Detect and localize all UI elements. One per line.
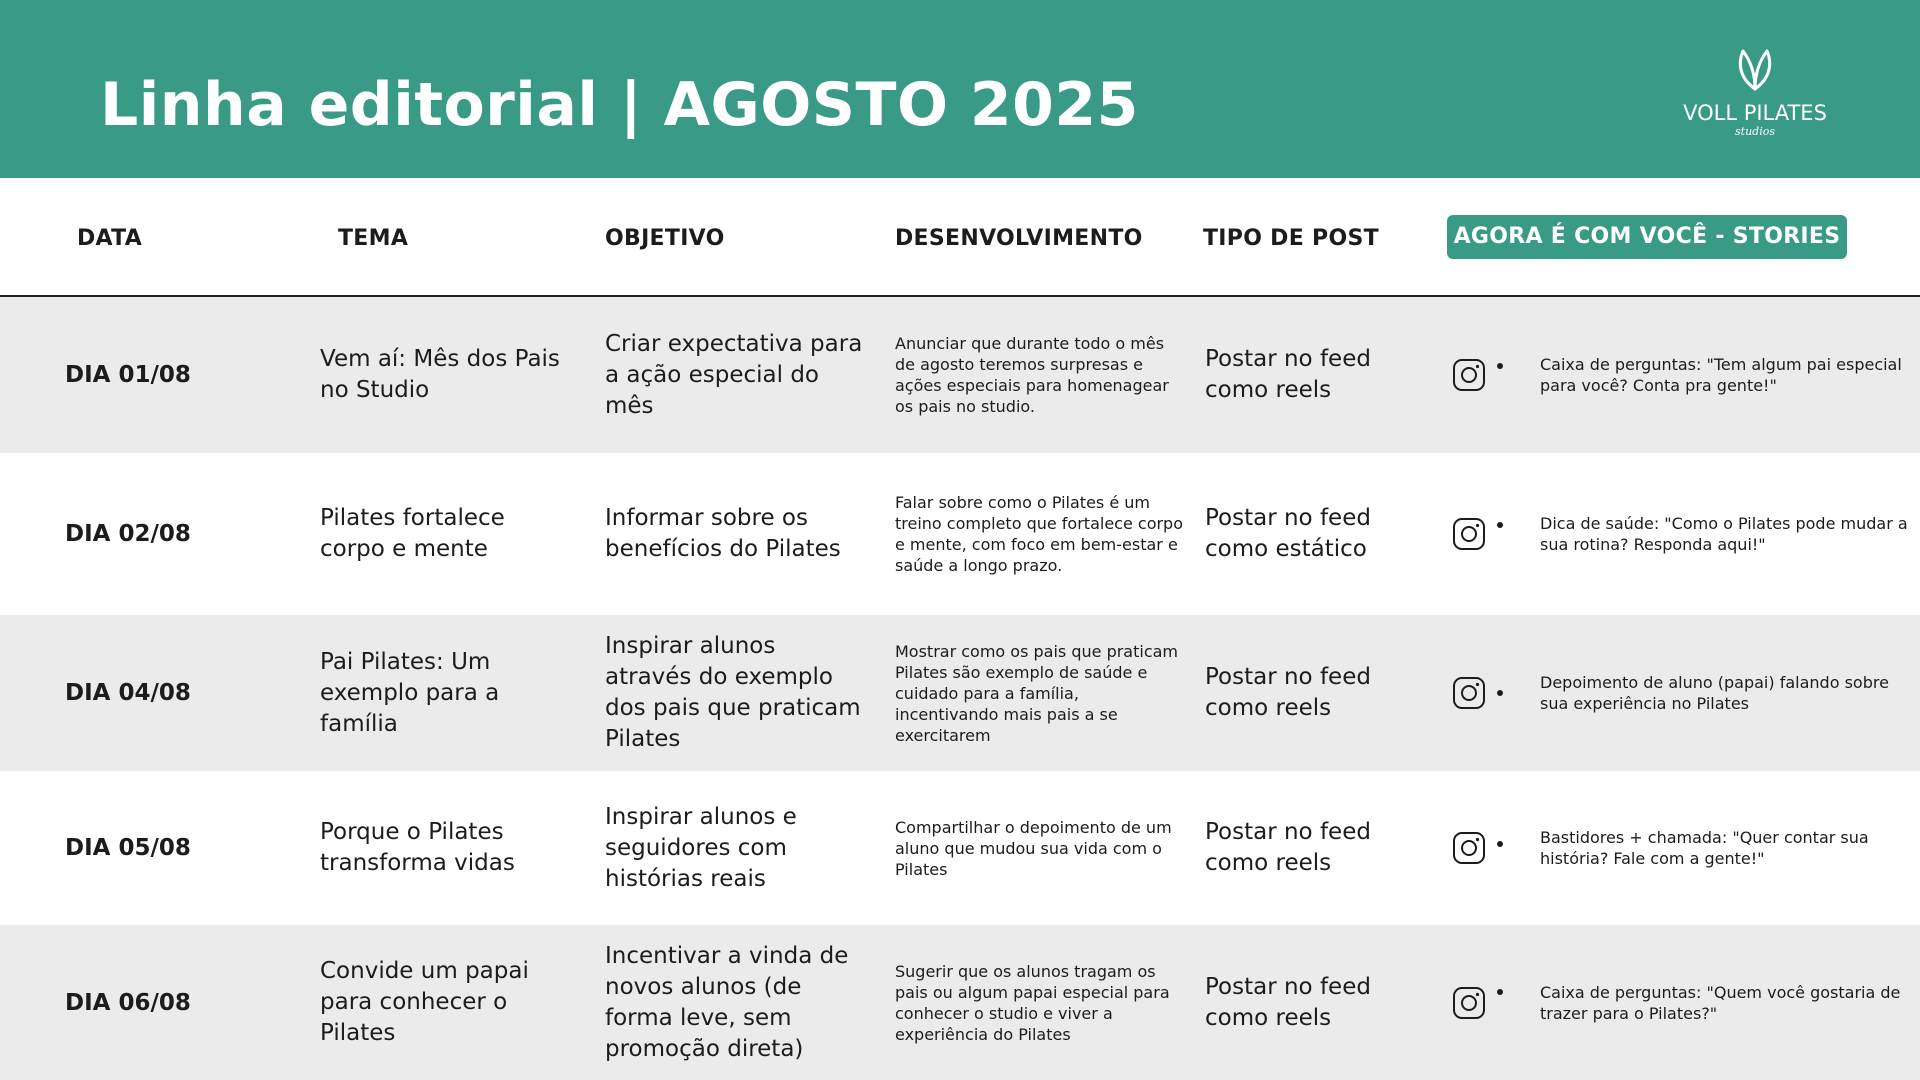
row-stories: Bastidores + chamada: "Quer contar sua h… bbox=[1540, 828, 1869, 868]
instagram-icon bbox=[1453, 832, 1485, 864]
column-header-objetivo: OBJETIVO bbox=[605, 226, 725, 251]
row-tipo: Postar no feed como reels bbox=[1205, 346, 1371, 403]
row-objetivo: Inspirar alunos e seguidores com históri… bbox=[605, 803, 797, 892]
row-tema: Vem aí: Mês dos Pais no Studio bbox=[320, 346, 560, 403]
page-title: Linha editorial | AGOSTO 2025 bbox=[100, 70, 1139, 140]
row-tema: Porque o Pilates transforma vidas bbox=[320, 819, 515, 876]
row-tema: Pai Pilates: Um exemplo para a família bbox=[320, 648, 500, 737]
brand-subtitle: studios bbox=[1735, 125, 1775, 138]
column-header-desenvolvimento: DESENVOLVIMENTO bbox=[895, 226, 1143, 251]
row-tipo: Postar no feed como estático bbox=[1205, 505, 1371, 562]
instagram-icon bbox=[1453, 986, 1485, 1019]
bullet-icon bbox=[1497, 989, 1503, 995]
row-stories: Dica de saúde: "Como o Pilates pode muda… bbox=[1540, 514, 1908, 554]
column-header-stories: AGORA É COM VOCÊ - STORIES bbox=[1447, 215, 1847, 259]
page-header: Linha editorial | AGOSTO 2025 VOLL PILAT… bbox=[0, 0, 1920, 178]
brand-name: VOLL PILATES bbox=[1683, 101, 1827, 125]
bullet-icon bbox=[1497, 841, 1503, 847]
row-tema: Convide um papai para conhecer o Pilates bbox=[320, 958, 529, 1046]
column-header-data: DATA bbox=[77, 226, 143, 251]
row-desenvolvimento: Mostrar como os pais que praticam Pilate… bbox=[895, 641, 1179, 745]
table-row: DIA 06/08 Convide um papai para conhecer… bbox=[0, 925, 1920, 1080]
row-tema: Pilates fortalece corpo e mente bbox=[320, 505, 505, 562]
row-tipo: Postar no feed como reels bbox=[1205, 973, 1371, 1031]
table-row: DIA 01/08 Vem aí: Mês dos Pais no Studio… bbox=[0, 297, 1920, 453]
row-date: DIA 05/08 bbox=[65, 835, 191, 861]
column-header-tema: TEMA bbox=[338, 226, 409, 251]
bullet-icon bbox=[1497, 522, 1503, 528]
row-desenvolvimento: Falar sobre como o Pilates é um treino c… bbox=[895, 493, 1183, 575]
row-date: DIA 01/08 bbox=[65, 362, 191, 388]
column-header-tipo: TIPO DE POST bbox=[1203, 226, 1379, 251]
row-tipo: Postar no feed como reels bbox=[1205, 819, 1371, 876]
row-date: DIA 02/08 bbox=[65, 521, 191, 547]
bullet-icon bbox=[1497, 363, 1503, 369]
row-stories: Depoimento de aluno (papai) falando sobr… bbox=[1540, 673, 1889, 713]
instagram-icon bbox=[1453, 677, 1485, 709]
row-date: DIA 04/08 bbox=[65, 680, 191, 706]
table-row: DIA 02/08 Pilates fortalece corpo e ment… bbox=[0, 453, 1920, 615]
instagram-icon bbox=[1453, 359, 1485, 391]
table-row: DIA 04/08 Pai Pilates: Um exemplo para a… bbox=[0, 615, 1920, 771]
row-objetivo: Inspirar alunos através do exemplo dos p… bbox=[605, 633, 861, 752]
row-desenvolvimento: Anunciar que durante todo o mês de agost… bbox=[895, 334, 1169, 416]
bullet-icon bbox=[1497, 690, 1503, 696]
leaf-logo-icon bbox=[1738, 49, 1772, 91]
row-objetivo: Incentivar a vinda de novos alunos (de f… bbox=[605, 942, 849, 1062]
brand-logo: VOLL PILATES studios bbox=[1675, 45, 1835, 138]
row-stories: Caixa de perguntas: "Quem você gostaria … bbox=[1540, 982, 1901, 1023]
row-stories: Caixa de perguntas: "Tem algum pai espec… bbox=[1540, 355, 1902, 395]
row-desenvolvimento: Compartilhar o depoimento de um aluno qu… bbox=[895, 817, 1172, 879]
table-row: DIA 05/08 Porque o Pilates transforma vi… bbox=[0, 771, 1920, 925]
row-tipo: Postar no feed como reels bbox=[1205, 664, 1371, 721]
row-objetivo: Criar expectativa para a ação especial d… bbox=[605, 330, 863, 419]
row-date: DIA 06/08 bbox=[65, 989, 191, 1016]
row-desenvolvimento: Sugerir que os alunos tragam os pais ou … bbox=[895, 961, 1170, 1044]
instagram-icon bbox=[1453, 518, 1485, 550]
row-objetivo: Informar sobre os benefícios do Pilates bbox=[605, 505, 841, 562]
